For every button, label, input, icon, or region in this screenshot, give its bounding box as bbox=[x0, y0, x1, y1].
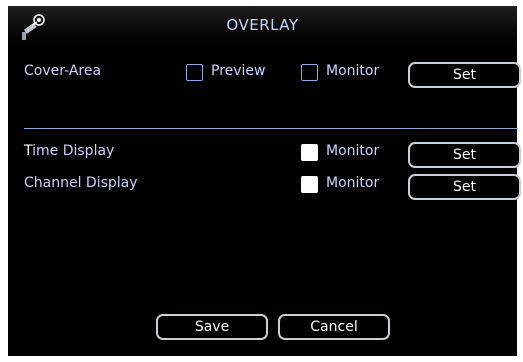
title-bar: OVERLAY bbox=[8, 6, 517, 46]
section-divider bbox=[24, 128, 518, 129]
cover-area-monitor-label: Monitor bbox=[326, 63, 380, 79]
save-button[interactable]: Save bbox=[156, 314, 268, 340]
channel-display-monitor-label: Monitor bbox=[326, 175, 380, 191]
window-title: OVERLAY bbox=[226, 16, 299, 34]
cover-area-preview-label: Preview bbox=[211, 63, 266, 79]
time-display-label-rest: ime Display bbox=[32, 143, 115, 159]
cancel-button[interactable]: Cancel bbox=[278, 314, 390, 340]
channel-display-set-button[interactable]: Set bbox=[408, 174, 521, 200]
time-display-monitor-label: Monitor bbox=[326, 143, 380, 159]
channel-display-label: Channel Display bbox=[24, 175, 138, 191]
time-display-monitor-checkbox[interactable] bbox=[301, 144, 318, 161]
cover-area-monitor-checkbox[interactable] bbox=[301, 64, 318, 81]
channel-display-monitor-checkbox[interactable] bbox=[301, 176, 318, 193]
cover-area-set-button[interactable]: Set bbox=[408, 62, 521, 88]
overlay-dialog: OVERLAY Cover-Area Preview Monitor Set T… bbox=[8, 6, 521, 356]
time-display-label-initial: T bbox=[24, 143, 33, 159]
cover-area-preview-checkbox[interactable] bbox=[186, 64, 203, 81]
cover-area-label: Cover-Area bbox=[24, 63, 102, 79]
time-display-set-button[interactable]: Set bbox=[408, 142, 521, 168]
time-display-label: Time Display bbox=[24, 143, 114, 159]
